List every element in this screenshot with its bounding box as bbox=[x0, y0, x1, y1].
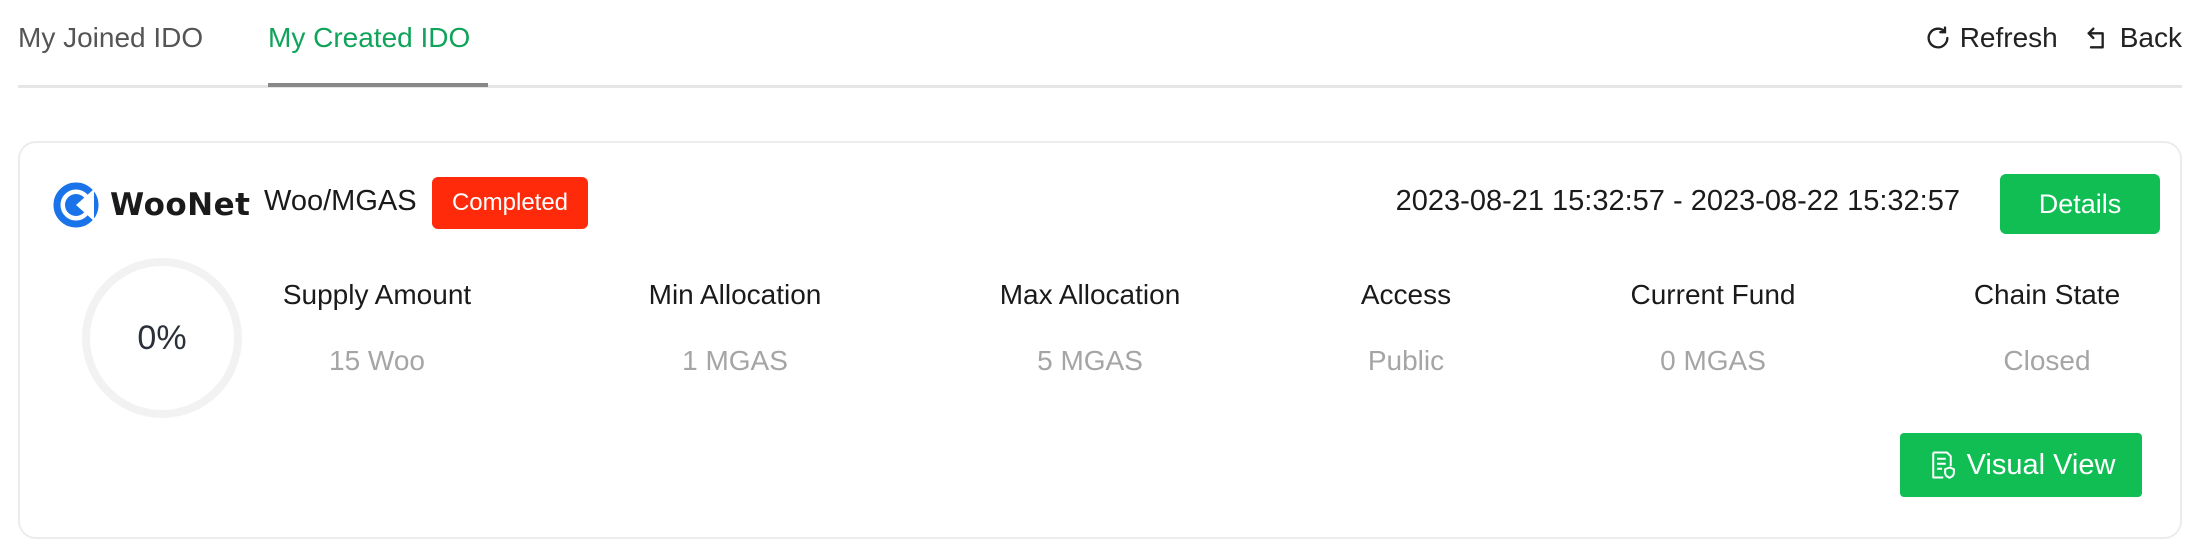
stat-label: Max Allocation bbox=[999, 279, 1181, 310]
logo-text: WooNet bbox=[110, 187, 251, 223]
stat-label: Chain State bbox=[1973, 279, 2121, 310]
stat-current-fund: Current Fund 0 MGAS bbox=[1631, 279, 1796, 377]
back-icon bbox=[2087, 27, 2104, 49]
progress-percent: 0% bbox=[137, 318, 187, 357]
refresh-label: Refresh bbox=[1959, 22, 2058, 53]
details-button[interactable]: Details bbox=[2000, 174, 2160, 234]
token-pair: Woo/MGAS bbox=[264, 185, 417, 217]
header-actions: Refresh Back bbox=[1924, 22, 2182, 54]
status-badge: Completed bbox=[432, 177, 588, 229]
back-button[interactable]: Back bbox=[2084, 22, 2182, 54]
stat-max-allocation: Max Allocation 5 MGAS bbox=[1000, 279, 1181, 377]
stat-label: Access bbox=[1360, 279, 1452, 310]
tab-bar: My Joined IDO My Created IDO Refresh Bac… bbox=[18, 0, 2182, 88]
stat-access: Access Public bbox=[1361, 279, 1451, 377]
visual-view-label: Visual View bbox=[1966, 448, 2116, 481]
tab-my-created-ido[interactable]: My Created IDO bbox=[268, 22, 470, 54]
stat-supply-amount: Supply Amount 15 Woo bbox=[283, 279, 471, 377]
refresh-icon bbox=[1927, 26, 1949, 49]
stat-label: Min Allocation bbox=[648, 279, 822, 310]
stat-value: 15 Woo bbox=[329, 345, 425, 376]
visual-view-button[interactable]: Visual View bbox=[1900, 433, 2142, 497]
stat-value: 1 MGAS bbox=[682, 345, 788, 376]
stat-label: Current Fund bbox=[1630, 279, 1796, 310]
page: My Joined IDO My Created IDO Refresh Bac… bbox=[0, 0, 2194, 556]
woonet-logo-icon bbox=[53, 182, 99, 228]
stat-label: Supply Amount bbox=[282, 279, 472, 310]
active-tab-indicator bbox=[268, 83, 488, 87]
stat-value: 5 MGAS bbox=[1037, 345, 1143, 376]
refresh-button[interactable]: Refresh bbox=[1924, 22, 2058, 54]
stat-chain-state: Chain State Closed bbox=[1974, 279, 2120, 377]
progress-circle: 0% bbox=[79, 255, 245, 421]
tab-my-joined-ido[interactable]: My Joined IDO bbox=[18, 22, 203, 54]
ido-card: WooNet Woo/MGAS Completed 2023-08-21 15:… bbox=[18, 141, 2182, 539]
date-range: 2023-08-21 15:32:57 - 2023-08-22 15:32:5… bbox=[1395, 185, 1960, 217]
stat-min-allocation: Min Allocation 1 MGAS bbox=[649, 279, 822, 377]
stat-value: Closed bbox=[2003, 345, 2091, 376]
stat-value: Public bbox=[1367, 345, 1445, 376]
project-logo: WooNet bbox=[52, 181, 250, 229]
document-shield-icon bbox=[1931, 451, 1955, 479]
back-label: Back bbox=[2119, 22, 2182, 53]
stat-value: 0 MGAS bbox=[1660, 345, 1766, 376]
